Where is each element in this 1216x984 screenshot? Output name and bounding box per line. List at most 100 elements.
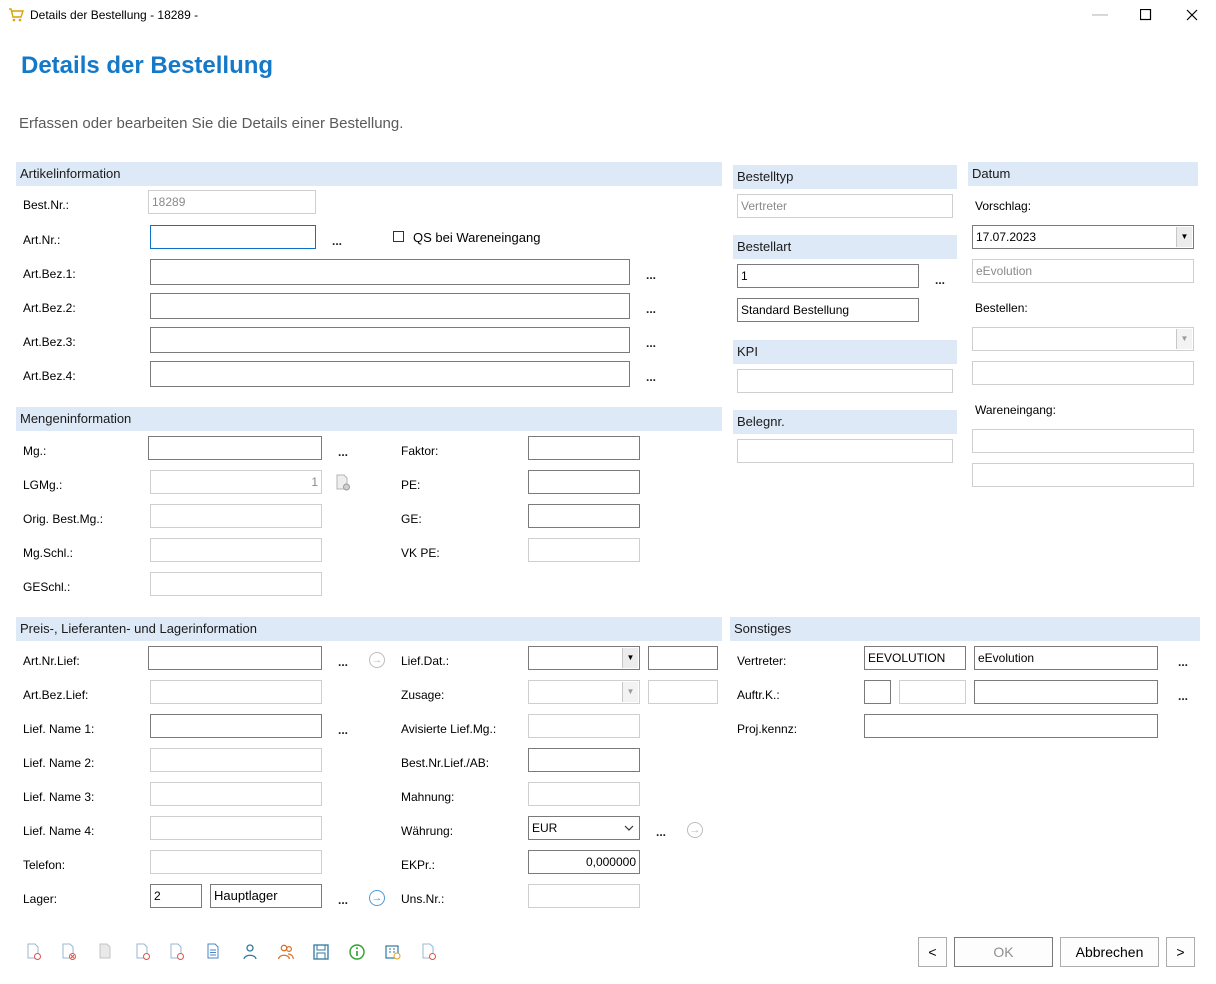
wareneingang-label: Wareneingang: xyxy=(975,403,1056,417)
art-bez-2-lookup-button[interactable]: ... xyxy=(646,303,656,315)
arrow-right-icon[interactable]: → xyxy=(369,652,385,668)
art-bez-4-lookup-button[interactable]: ... xyxy=(646,371,656,383)
ge-input[interactable] xyxy=(528,504,640,528)
doc-settings-icon[interactable] xyxy=(334,474,352,492)
arrow-right-icon[interactable]: → xyxy=(369,890,385,906)
lief-name-1-input[interactable] xyxy=(150,714,322,738)
best-nr-field: 18289 xyxy=(148,190,316,214)
vertreter-lookup-button[interactable]: ... xyxy=(1178,656,1188,668)
title-bar: Details der Bestellung - 18289 - — xyxy=(0,0,1216,30)
building-icon[interactable] xyxy=(384,943,402,961)
person-icon[interactable] xyxy=(241,943,259,961)
best-nr-lief-ab-label: Best.Nr.Lief./AB: xyxy=(401,756,490,770)
chevron-down-icon[interactable]: ▼ xyxy=(1176,227,1192,247)
cart-icon xyxy=(8,7,24,23)
vertreter-code-input[interactable]: EEVOLUTION xyxy=(864,646,966,670)
best-nr-lief-ab-input[interactable] xyxy=(528,748,640,772)
vk-pe-field xyxy=(528,538,640,562)
mg-input[interactable] xyxy=(148,436,322,460)
lief-name-3-label: Lief. Name 3: xyxy=(23,790,95,804)
art-nr-lief-input[interactable] xyxy=(148,646,322,670)
auftr-k-input-1[interactable] xyxy=(864,680,891,704)
avisierte-lief-mg-label: Avisierte Lief.Mg.: xyxy=(401,722,497,736)
pe-input[interactable] xyxy=(528,470,640,494)
auftr-k-input-3[interactable] xyxy=(974,680,1158,704)
maximize-icon[interactable] xyxy=(1123,0,1169,30)
vorschlag-date-dropdown[interactable]: 17.07.2023 ▼ xyxy=(972,225,1194,249)
next-button[interactable]: > xyxy=(1166,937,1195,967)
bestellen-user-field xyxy=(972,361,1194,385)
lief-name-2-label: Lief. Name 2: xyxy=(23,756,95,770)
chevron-down-icon[interactable]: ▼ xyxy=(622,682,638,702)
auftr-k-label: Auftr.K.: xyxy=(737,688,780,702)
art-nr-label: Art.Nr.: xyxy=(23,233,61,247)
zusage-dropdown[interactable]: ▼ xyxy=(528,680,640,704)
art-bez-1-lookup-button[interactable]: ... xyxy=(646,269,656,281)
pe-label: PE: xyxy=(401,478,421,492)
proj-kennz-input[interactable] xyxy=(864,714,1158,738)
lief-dat-extra-input[interactable] xyxy=(648,646,718,670)
mg-lookup-button[interactable]: ... xyxy=(338,446,348,458)
prev-button[interactable]: < xyxy=(918,937,947,967)
lgmg-label: LGMg.: xyxy=(23,478,63,492)
chevron-down-icon[interactable]: ▼ xyxy=(622,648,638,668)
lief-name-3-field xyxy=(150,782,322,806)
bestellart-code-input[interactable]: 1 xyxy=(737,264,919,288)
art-bez-3-lookup-button[interactable]: ... xyxy=(646,337,656,349)
mahnung-label: Mahnung: xyxy=(401,790,455,804)
ekpr-label: EKPr.: xyxy=(401,858,436,872)
avisierte-lief-mg-field xyxy=(528,714,640,738)
chevron-down-icon[interactable]: ▼ xyxy=(1176,329,1192,349)
vorschlag-date-value: 17.07.2023 xyxy=(976,230,1037,244)
section-mengeninformation: Mengeninformation xyxy=(16,407,722,431)
section-preis-lieferanten-lager: Preis-, Lieferanten- und Lagerinformatio… xyxy=(16,617,722,641)
ekpr-input[interactable]: 0,000000 xyxy=(528,850,640,874)
lief-dat-dropdown[interactable]: ▼ xyxy=(528,646,640,670)
art-bez-1-input[interactable] xyxy=(150,259,630,285)
doc-delete-icon[interactable] xyxy=(60,943,78,961)
doc-text-icon[interactable] xyxy=(205,943,223,961)
info-icon[interactable] xyxy=(348,943,366,961)
bestellart-lookup-button[interactable]: ... xyxy=(935,274,945,286)
faktor-input[interactable] xyxy=(528,436,640,460)
vertreter-name-field: eEvolution xyxy=(974,646,1158,670)
waehrung-dropdown[interactable]: EUR xyxy=(528,816,640,840)
lager-code-input[interactable]: 2 xyxy=(150,884,202,908)
save-icon[interactable] xyxy=(312,943,330,961)
doc-blank-icon[interactable] xyxy=(97,943,115,961)
close-icon[interactable] xyxy=(1169,0,1215,30)
waehrung-lookup-button[interactable]: ... xyxy=(656,826,666,838)
mg-schl-label: Mg.Schl.: xyxy=(23,546,74,560)
art-bez-3-input[interactable] xyxy=(150,327,630,353)
auftr-k-field-2 xyxy=(899,680,966,704)
art-bez-4-input[interactable] xyxy=(150,361,630,387)
doc-alert-icon[interactable] xyxy=(420,943,438,961)
doc-alert-icon[interactable] xyxy=(168,943,186,961)
vorschlag-label: Vorschlag: xyxy=(975,199,1032,213)
auftr-k-lookup-button[interactable]: ... xyxy=(1178,690,1188,702)
doc-alert-icon[interactable] xyxy=(134,943,152,961)
uns-nr-label: Uns.Nr.: xyxy=(401,892,445,906)
chevron-down-icon[interactable] xyxy=(624,821,634,837)
page-subtitle: Erfassen oder bearbeiten Sie die Details… xyxy=(19,115,404,132)
art-bez-2-input[interactable] xyxy=(150,293,630,319)
people-icon[interactable] xyxy=(277,943,295,961)
kpi-field xyxy=(737,369,953,393)
cancel-button[interactable]: Abbrechen xyxy=(1060,937,1159,967)
minimize-icon[interactable]: — xyxy=(1077,0,1123,30)
art-nr-input[interactable] xyxy=(150,225,316,249)
doc-alert-icon[interactable] xyxy=(25,943,43,961)
window-title: Details der Bestellung - 18289 - xyxy=(30,8,199,22)
ok-button[interactable]: OK xyxy=(954,937,1053,967)
lief-name-1-lookup-button[interactable]: ... xyxy=(338,724,348,736)
section-bestellart: Bestellart xyxy=(733,235,957,259)
art-bez-lief-field xyxy=(150,680,322,704)
arrow-right-icon[interactable]: → xyxy=(687,822,703,838)
qs-checkbox[interactable] xyxy=(393,231,404,242)
art-nr-lookup-button[interactable]: ... xyxy=(332,235,342,247)
waehrung-label: Währung: xyxy=(401,824,454,838)
art-nr-lief-lookup-button[interactable]: ... xyxy=(338,656,348,668)
faktor-label: Faktor: xyxy=(401,444,439,458)
bestellen-date-dropdown[interactable]: ▼ xyxy=(972,327,1194,351)
lager-lookup-button[interactable]: ... xyxy=(338,894,348,906)
